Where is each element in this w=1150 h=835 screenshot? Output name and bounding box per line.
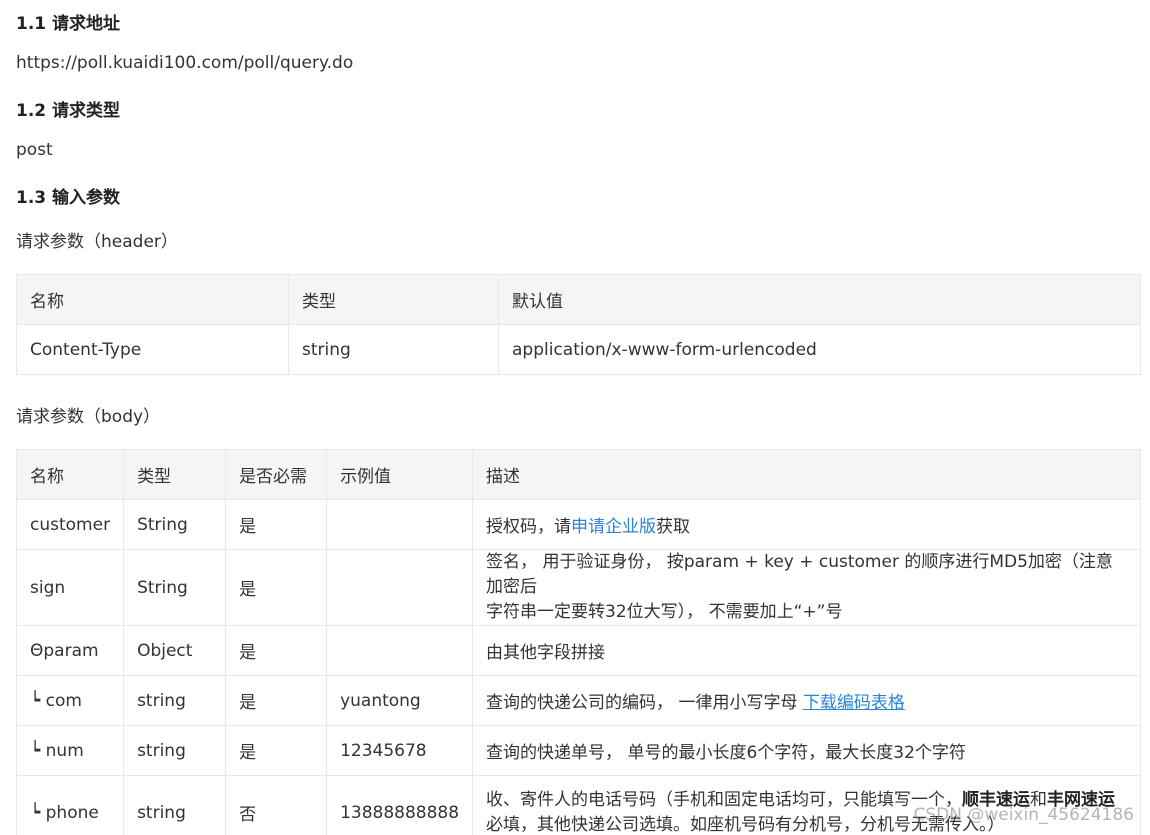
table-cell: application/x-www-form-urlencoded [498,324,1141,375]
section-title-request-url: 1.1 请求地址 [16,14,121,34]
param-required: 是 [225,625,328,676]
param-required: 是 [225,725,328,776]
column-header: 类型 [123,449,227,500]
param-example [326,499,474,550]
param-example [326,625,474,676]
table-row: ┕ num string 是 12345678 查询的快递单号， 单号的最小长度… [15,725,1141,776]
param-example: 13888888888 [326,775,474,835]
table-row: ┕ com string 是 yuantong 查询的快递公司的编码， 一律用小… [15,675,1141,726]
table-header-row: 名称 类型 默认值 [16,274,1141,325]
param-type: string [123,725,227,776]
param-type: String [123,499,227,550]
desc-text: 授权码，请 [486,517,572,537]
table-row: Θparam Object 是 由其他字段拼接 [15,625,1141,676]
param-name: ┕ com [15,675,125,726]
desc-text: 收、寄件人的电话号码（手机和固定电话均可，只能填写一个， [486,789,963,810]
param-type: string [123,675,227,726]
body-params-table: 名称 类型 是否必需 示例值 描述 customer String 是 授权码，… [15,449,1141,835]
param-name: sign [15,549,125,626]
param-example: yuantong [326,675,474,726]
apply-enterprise-link[interactable]: 申请企业版 [571,517,656,537]
table-header-row: 名称 类型 是否必需 示例值 描述 [15,449,1141,500]
desc-line: 字符串一定要转32位大写）， 不需要加上“+”号 [486,602,843,622]
param-desc: 查询的快递单号， 单号的最小长度6个字符，最大长度32个字符 [472,725,1141,776]
column-header: 类型 [288,274,499,325]
param-example [326,549,474,626]
param-required: 否 [225,775,328,835]
param-desc: 签名， 用于验证身份， 按param + key + customer 的顺序进… [472,549,1141,626]
column-header: 默认值 [498,274,1141,325]
request-method: post [16,140,53,160]
watermark: CSDN @weixin_45624186 [913,805,1134,825]
param-type: string [123,775,227,835]
desc-text: 获取 [656,517,691,537]
table-row: Content-Type string application/x-www-fo… [16,324,1141,375]
table-row: customer String 是 授权码，请申请企业版获取 [15,499,1141,550]
param-type: String [123,549,227,626]
section-title-input-params: 1.3 输入参数 [16,188,121,208]
column-header: 名称 [16,274,289,325]
section-title-request-type: 1.2 请求类型 [16,101,121,121]
param-type: Object [123,625,227,676]
param-name: ┕ num [15,725,125,776]
table-cell: Content-Type [16,324,289,375]
param-name[interactable]: Θparam [15,625,125,676]
param-desc: 由其他字段拼接 [472,625,1141,676]
header-params-table: 名称 类型 默认值 Content-Type string applicatio… [16,274,1141,375]
column-header: 描述 [472,449,1141,500]
table-row: sign String 是 签名， 用于验证身份， 按param + key +… [15,549,1141,626]
desc-line: 签名， 用于验证身份， 按param + key + customer 的顺序进… [486,552,1113,597]
request-url: https://poll.kuaidi100.com/poll/query.do [16,53,354,73]
param-example: 12345678 [326,725,474,776]
desc-text: 查询的快递公司的编码， 一律用小写字母 [486,693,803,713]
param-desc: 授权码，请申请企业版获取 [472,499,1141,550]
download-code-table-link[interactable]: 下载编码表格 [803,693,905,713]
column-header: 示例值 [326,449,474,500]
param-required: 是 [225,499,328,550]
column-header: 名称 [15,449,125,500]
param-desc: 查询的快递公司的编码， 一律用小写字母 下载编码表格 [472,675,1141,726]
header-table-caption: 请求参数（header） [16,232,178,252]
column-header: 是否必需 [225,449,328,500]
param-name: ┕ phone [15,775,125,835]
param-name: customer [15,499,125,550]
table-cell: string [288,324,499,375]
param-required: 是 [225,675,328,726]
param-required: 是 [225,549,328,626]
body-table-caption: 请求参数（body） [16,407,161,427]
